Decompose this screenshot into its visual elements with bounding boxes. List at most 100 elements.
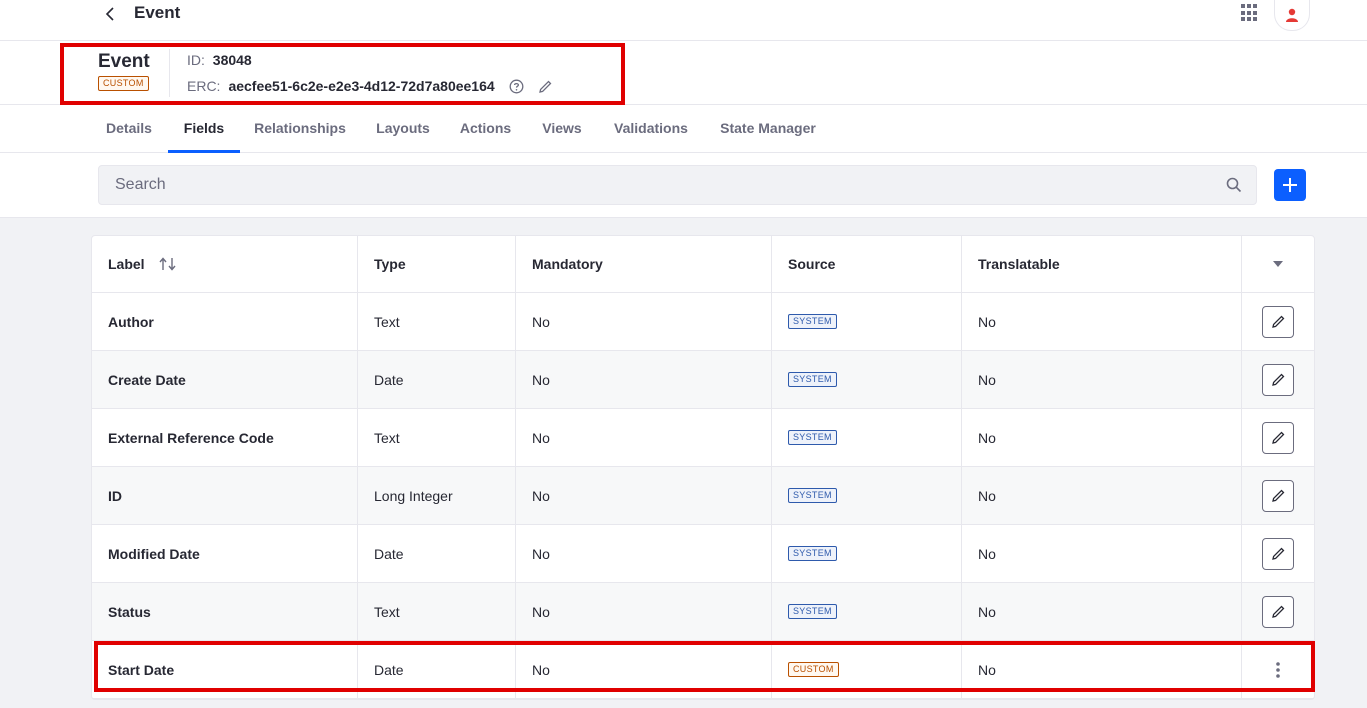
table-header: Label Type Mandatory Source Translatable: [92, 236, 1314, 293]
field-type: Date: [357, 351, 515, 408]
edit-field-button[interactable]: [1262, 479, 1294, 512]
row-actions: [1241, 641, 1314, 698]
user-icon: [1286, 8, 1298, 22]
table-body: Author Text No SYSTEM No Create Date Date No SYS…: [92, 293, 1314, 699]
tab-validations[interactable]: Validations: [606, 105, 696, 152]
source-badge: SYSTEM: [788, 546, 837, 561]
page-title: Event: [134, 3, 181, 22]
field-translatable: No: [961, 409, 1241, 466]
table-row: Modified Date Date No SYSTEM No: [92, 525, 1314, 583]
pencil-icon: [1271, 547, 1284, 560]
user-avatar[interactable]: [1274, 0, 1310, 31]
field-label: ID: [108, 487, 122, 504]
pencil-icon: [539, 80, 552, 93]
custom-badge: CUSTOM: [98, 76, 149, 91]
source-badge: SYSTEM: [788, 430, 837, 445]
search-box: [98, 165, 1257, 205]
divider: [169, 49, 170, 97]
tab-bar: Details Fields Relationships Layouts Act…: [0, 105, 1367, 153]
kebab-icon: [1276, 661, 1280, 678]
chevron-left-icon: [105, 7, 114, 21]
row-actions: [1241, 351, 1314, 408]
id-value: 38048: [212, 52, 252, 68]
field-type: Text: [357, 293, 515, 350]
source-badge: SYSTEM: [788, 314, 837, 329]
field-source: SYSTEM: [771, 351, 961, 408]
field-source: SYSTEM: [771, 583, 961, 640]
edit-field-button[interactable]: [1262, 305, 1294, 338]
field-label: Start Date: [108, 661, 175, 678]
pencil-icon: [1271, 605, 1284, 618]
table-row: Create Date Date No SYSTEM No: [92, 351, 1314, 409]
caret-down-icon: [1273, 261, 1283, 267]
field-type: Text: [357, 583, 515, 640]
help-icon[interactable]: [508, 77, 526, 95]
field-translatable: No: [961, 351, 1241, 408]
tab-views[interactable]: Views: [535, 105, 589, 152]
back-button[interactable]: [100, 2, 120, 26]
field-source: SYSTEM: [771, 409, 961, 466]
field-mandatory: No: [515, 293, 771, 350]
row-actions: [1241, 467, 1314, 524]
field-type: Text: [357, 409, 515, 466]
toolbar: [0, 153, 1367, 218]
field-mandatory: No: [515, 467, 771, 524]
edit-field-button[interactable]: [1262, 537, 1294, 570]
fields-table: Label Type Mandatory Source Translatable…: [91, 235, 1315, 700]
edit-erc-button[interactable]: [537, 77, 555, 95]
field-label: Modified Date: [108, 545, 200, 562]
field-source: CUSTOM: [771, 641, 961, 698]
table-row: Start Date Date No CUSTOM No: [92, 641, 1314, 699]
tab-details[interactable]: Details: [98, 105, 160, 152]
row-actions: [1241, 583, 1314, 640]
row-actions: [1241, 293, 1314, 350]
edit-field-button[interactable]: [1262, 595, 1294, 628]
tab-actions[interactable]: Actions: [453, 105, 518, 152]
table-row: ID Long Integer No SYSTEM No: [92, 467, 1314, 525]
tab-state-manager[interactable]: State Manager: [712, 105, 824, 152]
plus-icon: [1283, 178, 1297, 192]
object-name: Event: [98, 51, 150, 72]
tab-layouts[interactable]: Layouts: [369, 105, 437, 152]
tab-fields[interactable]: Fields: [168, 105, 240, 153]
apps-grid-icon[interactable]: [1241, 4, 1259, 22]
source-badge: CUSTOM: [788, 662, 839, 677]
add-field-button[interactable]: [1274, 169, 1306, 201]
column-header-source: Source: [771, 236, 961, 292]
pencil-icon: [1271, 431, 1284, 444]
edit-field-button[interactable]: [1262, 363, 1294, 396]
column-header-label[interactable]: Label: [92, 236, 357, 292]
object-id: ID: 38048: [187, 52, 252, 68]
field-mandatory: No: [515, 525, 771, 582]
field-translatable: No: [961, 641, 1241, 698]
field-translatable: No: [961, 467, 1241, 524]
table-row: Author Text No SYSTEM No: [92, 293, 1314, 351]
source-badge: SYSTEM: [788, 488, 837, 503]
field-translatable: No: [961, 293, 1241, 350]
table-row: External Reference Code Text No SYSTEM No: [92, 409, 1314, 467]
field-mandatory: No: [515, 641, 771, 698]
field-type: Long Integer: [357, 467, 515, 524]
kebab-menu-button[interactable]: [1266, 655, 1290, 685]
search-input[interactable]: [99, 166, 1231, 204]
tab-relationships[interactable]: Relationships: [248, 105, 352, 152]
source-badge: SYSTEM: [788, 604, 837, 619]
row-actions: [1241, 525, 1314, 582]
table-row: Status Text No SYSTEM No: [92, 583, 1314, 641]
column-header-mandatory: Mandatory: [515, 236, 771, 292]
pencil-icon: [1271, 489, 1284, 502]
field-label: External Reference Code: [108, 429, 274, 446]
field-mandatory: No: [515, 409, 771, 466]
sort-icon[interactable]: [159, 257, 177, 271]
column-header-type: Type: [357, 236, 515, 292]
field-type: Date: [357, 525, 515, 582]
column-menu-button[interactable]: [1241, 236, 1314, 292]
field-mandatory: No: [515, 351, 771, 408]
id-label: ID:: [187, 52, 205, 68]
erc-value: aecfee51-6c2e-e2e3-4d12-72d7a80ee164: [228, 78, 495, 94]
erc-label: ERC:: [187, 78, 221, 94]
field-label: Author: [108, 313, 154, 330]
row-actions: [1241, 409, 1314, 466]
search-icon[interactable]: [1226, 177, 1242, 198]
edit-field-button[interactable]: [1262, 421, 1294, 454]
